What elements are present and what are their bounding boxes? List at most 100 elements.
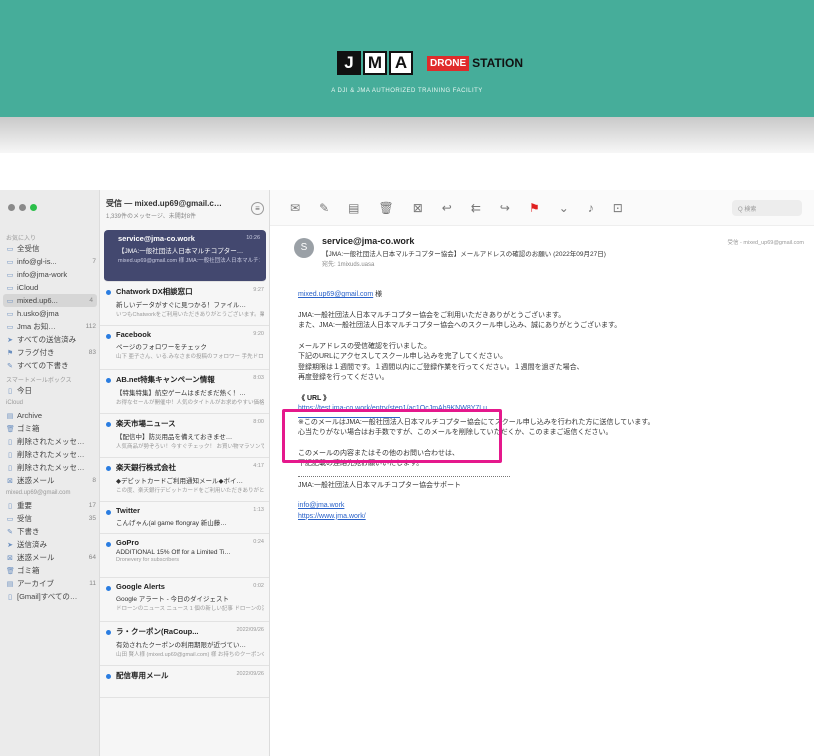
archive-icon: ▤ [6,580,14,588]
sender-name: AB.net特集キャンペーン情報 [116,375,215,384]
message-preview: この度、楽天銀行デビットカードをご利用いただきありがとうございます。ご利用内容… [116,488,264,494]
sidebar-item[interactable]: ▭ 全受信 [0,242,100,255]
message-list-item[interactable]: Twitter 1:13 こんげゃん(al game ffongray 新山藤… [100,502,269,534]
message-list-item[interactable]: 楽天市場ニュース 8:00 【配信中】防災用品を備えておきませ… 人気商品が勢ぞろい！… [100,414,269,458]
trash-icon: 🗑 [6,567,15,575]
message-list-item[interactable]: GoPro 0:24 ADDITIONAL 15% Off for a Limite… [100,534,269,578]
sidebar-item[interactable]: ▭ iCloud [0,281,100,294]
sender-name: Twitter [116,506,141,515]
sidebar-item[interactable]: ▭ info@jma-work [0,268,100,281]
compose-icon[interactable]: ✎ [319,201,329,215]
message-list-item[interactable]: Chatwork DX相談窓口 9:27 新しいデータがすぐに見つかる！ファイル… い… [100,282,269,326]
unread-dot-icon [106,630,111,635]
sidebar-item[interactable]: 🗑 ゴミ箱 [0,564,100,577]
message-list-item[interactable]: Google Alerts 0:02 Google アラート - 今日のダイジェスト… [100,578,269,622]
flag-icon: ⚑ [6,349,14,357]
sender-name: 楽天市場ニュース [116,419,176,428]
message-preview: ドローンのニュース ニュース 1 個の新しい記事 ドローンの活用が広がる中… [116,606,264,612]
sidebar-item-label: 送信済み [17,540,47,549]
sidebar-item[interactable]: ▭ mixed.up6... 4 [3,294,97,307]
sidebar-item[interactable]: ✎ すべての下書き [0,359,100,372]
message-time: 8:00 [253,419,264,425]
sidebar-item-label: 重要 [17,501,32,510]
banner-shadow [0,117,814,153]
message-list-item[interactable]: service@jma-co.work 10:26 【JMA:一般社団法人日本マルチ… [104,230,266,282]
sidebar-item[interactable]: ▭ Jma お知… 112 [0,320,100,333]
message-list-item[interactable]: Facebook 9:20 ページのフォロワーをチェック 山下 亜子さん、いる.みなさ… [100,326,269,370]
body-line: このメールの内容またはその他のお問い合わせは、 [298,449,459,457]
sidebar-item[interactable]: ▭ h.usko@jma [0,307,100,320]
folder-icon: ▯ [8,464,12,472]
body-line: 下記のURLにアクセスしてスクール申し込みを完了してください。 [298,353,508,360]
trash-icon[interactable]: 🗑 [378,201,393,215]
forward-icon[interactable]: ↪ [500,201,510,215]
sidebar-item[interactable]: ▤ アーカイブ 11 [0,577,100,590]
sidebar-item[interactable]: ▭ 受信 35 [0,512,100,525]
sidebar-item[interactable]: ▯ [Gmail]すべての… [0,590,100,603]
message-subject-line: 【配信中】防災用品を備えておきませ… [116,434,233,441]
inbox-icon: ▭ [6,323,14,331]
sidebar-item[interactable]: ▯ 削除されたメッセ… [0,435,100,448]
junk-icon[interactable]: ⊠ [413,201,423,215]
sidebar-item-label: アーカイブ [17,579,55,588]
sidebar-item[interactable]: ▯ 削除されたメッセ… [0,461,100,474]
message-time: 10:26 [246,235,260,241]
message-list-item[interactable]: 楽天銀行株式会社 4:17 ◆デビットカードご利用通知メール◆ボイ… この度、楽天銀行… [100,458,269,502]
sidebar-item[interactable]: ▯ 今日 [0,384,100,397]
chevron-down-icon[interactable]: ⌄ [559,201,569,215]
sidebar-item[interactable]: ▯ 削除されたメッセ… [0,448,100,461]
sidebar-item[interactable]: ▤ Archive [0,409,100,422]
flag-icon[interactable]: ⚑ [529,201,540,215]
signature-website-link[interactable]: https://www.jma.work/ [298,513,366,520]
message-subject-line: Google アラート - 今日のダイジェスト [116,596,230,603]
sidebar-item[interactable]: ⊠ 迷惑メール 8 [0,474,100,487]
message-list-item[interactable]: AB.net特集キャンペーン情報 8:03 【特集特集】航空ゲームはまだまだ熱く！…… [100,370,269,414]
greeting-email-link[interactable]: mixed.up69@gmail.com [298,291,373,298]
message-preview: 山下 亜子さん、いる.みなさまの投稿のフォロワー 手先ドローンのTikTok C… [116,354,264,360]
message-subject-line: 有効されたクーポンの利用期限が近づてい… [116,642,246,649]
sidebar-item-count: 17 [88,502,96,509]
sidebar-section-label: スマートメールボックス [6,378,72,384]
message-list-item[interactable]: ラ・クーポン(RaCoup... 2022/09/26 有効されたクーポンの利用期限… [100,622,269,666]
url-label: 《 URL 》 [298,394,331,402]
sidebar-item-count: 83 [88,349,96,356]
mute-icon[interactable]: ♪ [588,201,594,215]
sidebar-item-label: ゴミ箱 [17,424,40,433]
archive-icon[interactable]: ▤ [348,201,359,215]
registration-url-link[interactable]: https://test.jma-co.work/entry/step1/ac1… [298,405,487,412]
sidebar-item[interactable]: ➤ すべての送信済み [0,333,100,346]
message-list-item[interactable]: 配信専用メール 2022/09/26 [100,666,269,698]
sidebar-section-label: お気に入り [6,236,37,242]
unread-dot-icon [106,378,111,383]
signature-name: JMA:一般社団法人日本マルチコプター協会サポート [298,481,461,489]
envelope-icon[interactable]: ✉ [290,201,300,215]
sidebar-item[interactable]: ➤ 送信済み [0,538,100,551]
sender-name: 楽天銀行株式会社 [116,463,176,472]
sidebar-item[interactable]: ▭ info@gl-is... 7 [0,255,100,268]
sender-address[interactable]: service@jma-co.work [322,236,414,246]
minimize-icon[interactable] [19,204,26,211]
sidebar-item[interactable]: ⊠ 迷惑メール 64 [0,551,100,564]
body-line: メールアドレスの受信確認を行いました。 [298,342,431,350]
search-input[interactable]: Q 検索 [732,200,802,216]
sidebar-item[interactable]: ✎ 下書き [0,525,100,538]
message-time: 2022/09/26 [236,627,264,633]
zoom-icon[interactable] [30,204,37,211]
move-icon[interactable]: ⊡ [613,201,623,215]
sidebar-item[interactable]: ⚑ フラグ付き 83 [0,346,100,359]
sender-name: Chatwork DX相談窓口 [116,287,193,296]
reply-all-icon[interactable]: ⇇ [471,201,481,215]
close-icon[interactable] [8,204,15,211]
message-list: 受信 — mixed.up69@gmail.c… 1,339件のメッセージ、未開… [100,190,270,756]
signature-divider [298,475,510,477]
filter-icon[interactable]: ≡ [251,202,264,215]
sidebar-item[interactable]: 🗑 ゴミ箱 [0,422,100,435]
sidebar-item-label: 迷惑メール [17,476,55,485]
sidebar-item-label: Jma お知… [17,322,56,331]
sidebar-item-label: info@jma-work [17,270,68,279]
message-time: 1:13 [253,507,264,513]
site-banner: J M A DRONE STATION A DJI & JMA AUTHORIZ… [0,0,814,117]
sidebar-item[interactable]: ▯ 重要 17 [0,499,100,512]
reply-icon[interactable]: ↩ [442,201,452,215]
signature-email-link[interactable]: info@jma.work [298,502,344,509]
